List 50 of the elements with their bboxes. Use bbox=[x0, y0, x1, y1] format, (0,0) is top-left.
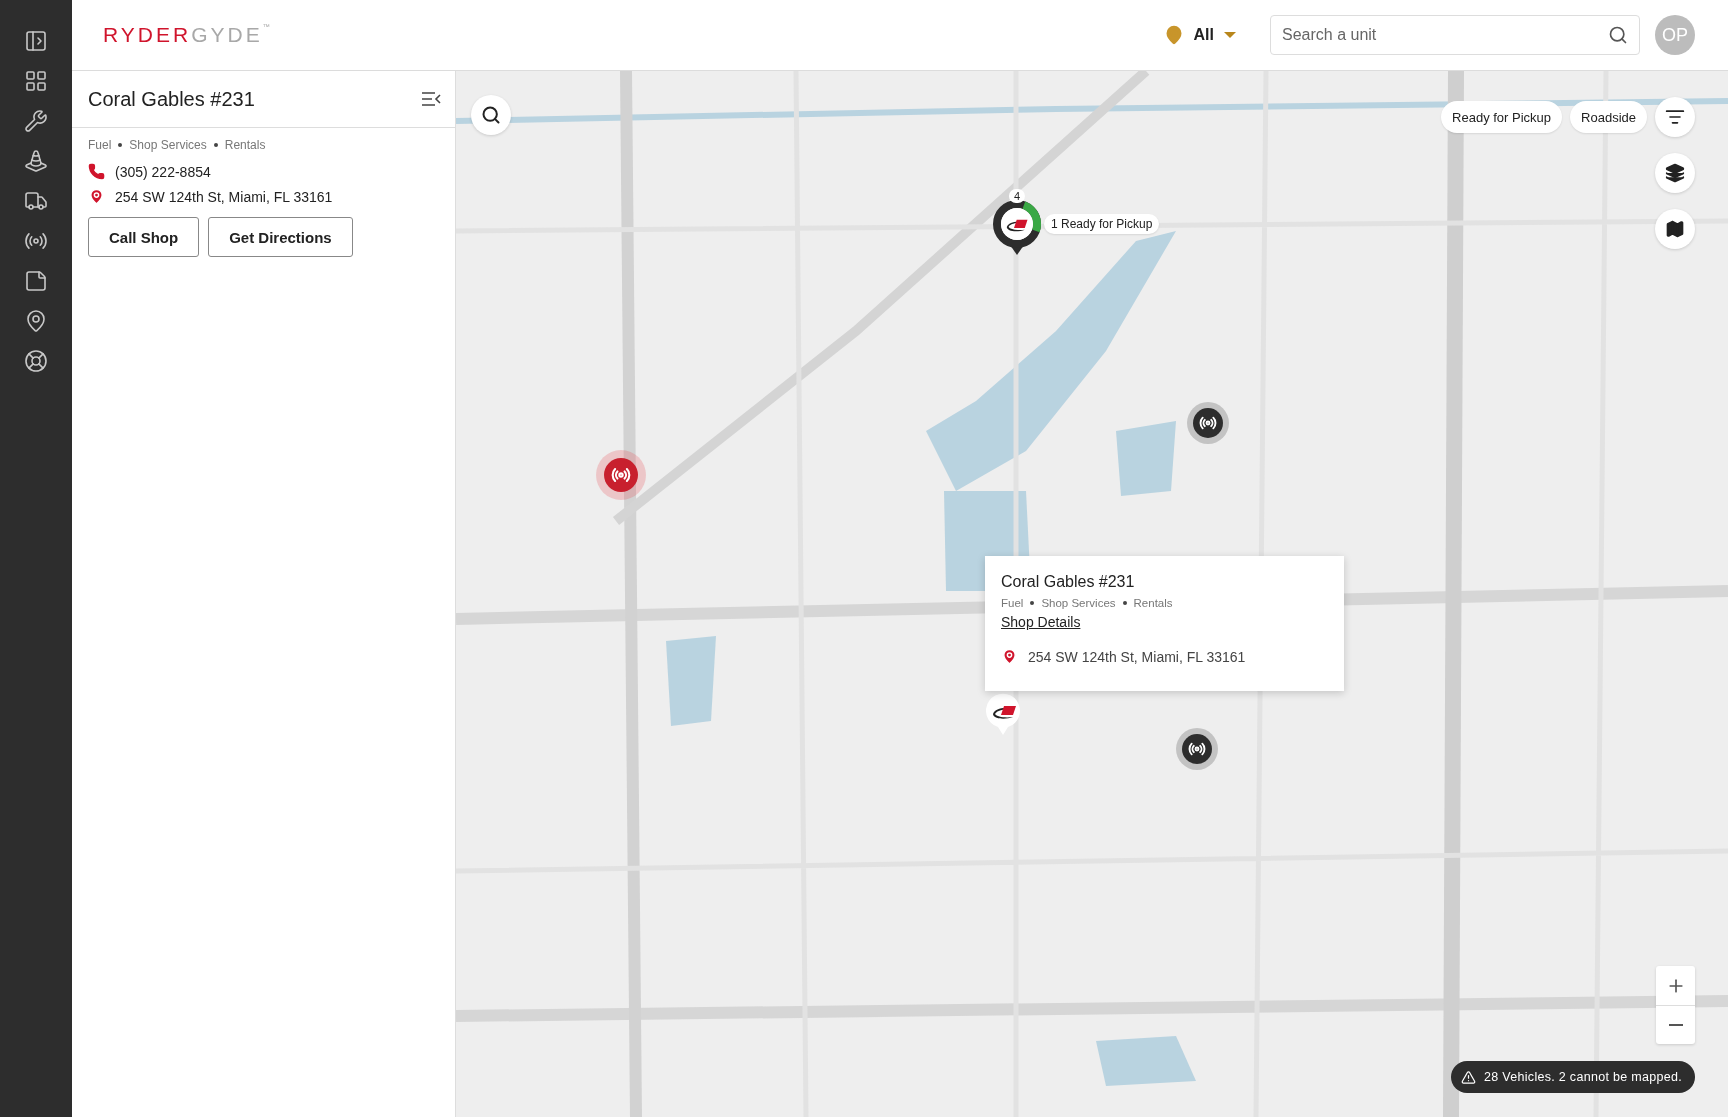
shop-address: 254 SW 124th St, Miami, FL 33161 bbox=[115, 188, 333, 205]
truck-icon[interactable] bbox=[24, 189, 48, 213]
ring-pin-icon bbox=[992, 199, 1042, 257]
phone-number: (305) 222-8854 bbox=[115, 163, 211, 180]
signal-icon bbox=[1199, 414, 1217, 432]
phone-icon bbox=[88, 163, 105, 180]
bullet-icon bbox=[1030, 601, 1035, 605]
minus-icon bbox=[1668, 1024, 1683, 1026]
service-label: Rentals bbox=[1133, 597, 1173, 609]
popup-address: 254 SW 124th St, Miami, FL 33161 bbox=[1028, 648, 1246, 665]
grid-icon[interactable] bbox=[24, 69, 48, 93]
bullet-icon bbox=[1122, 601, 1127, 605]
action-button[interactable]: Get Directions bbox=[208, 217, 353, 257]
popup-title: Coral Gables #231 bbox=[1001, 573, 1136, 591]
search-icon bbox=[481, 105, 501, 125]
filter-chip[interactable]: Ready for Pickup bbox=[1441, 101, 1563, 133]
logo-pin-icon bbox=[984, 692, 1022, 736]
map-pin-icon[interactable] bbox=[24, 309, 48, 333]
location-filter[interactable]: All bbox=[1159, 21, 1240, 49]
lifebuoy-icon[interactable] bbox=[24, 349, 48, 373]
note-icon[interactable] bbox=[24, 269, 48, 293]
search-field[interactable]: Search a unit bbox=[1270, 15, 1640, 55]
warning-icon bbox=[1461, 1069, 1477, 1085]
traffic-cone-icon[interactable] bbox=[24, 149, 48, 173]
bullet-icon bbox=[118, 143, 123, 147]
signal-icon bbox=[1188, 740, 1206, 758]
cluster-status-label: 1 Ready for Pickup bbox=[1044, 214, 1160, 234]
map-pin-icon bbox=[88, 188, 105, 205]
service-label: Shop Services bbox=[129, 138, 207, 152]
shop-marker[interactable] bbox=[984, 692, 1022, 736]
wrench-icon[interactable] bbox=[24, 109, 48, 133]
folded-map-icon bbox=[1665, 219, 1685, 239]
filter-chip[interactable]: Roadside bbox=[1570, 101, 1647, 133]
layers-icon bbox=[1665, 163, 1685, 183]
action-button[interactable]: Call Shop bbox=[88, 217, 200, 257]
panel-expand-icon[interactable] bbox=[24, 29, 48, 53]
service-label: Fuel bbox=[88, 138, 112, 152]
service-label: Rentals bbox=[224, 138, 266, 152]
service-label: Shop Services bbox=[1041, 597, 1116, 609]
search-icon bbox=[1608, 25, 1628, 45]
collapse-menu-icon[interactable] bbox=[421, 92, 441, 106]
map-pin-icon bbox=[1001, 648, 1018, 665]
bullet-icon bbox=[213, 143, 218, 147]
filter-icon bbox=[1665, 107, 1685, 127]
caret-icon bbox=[1224, 32, 1236, 38]
signal-icon bbox=[611, 465, 631, 485]
service-label: Fuel bbox=[1001, 597, 1024, 609]
shop-title: Coral Gables #231 bbox=[88, 87, 255, 111]
toast-message: 28 Vehicles. 2 cannot be mapped. bbox=[1484, 1070, 1682, 1084]
shop-details-link[interactable]: Shop Details bbox=[1001, 614, 1081, 630]
